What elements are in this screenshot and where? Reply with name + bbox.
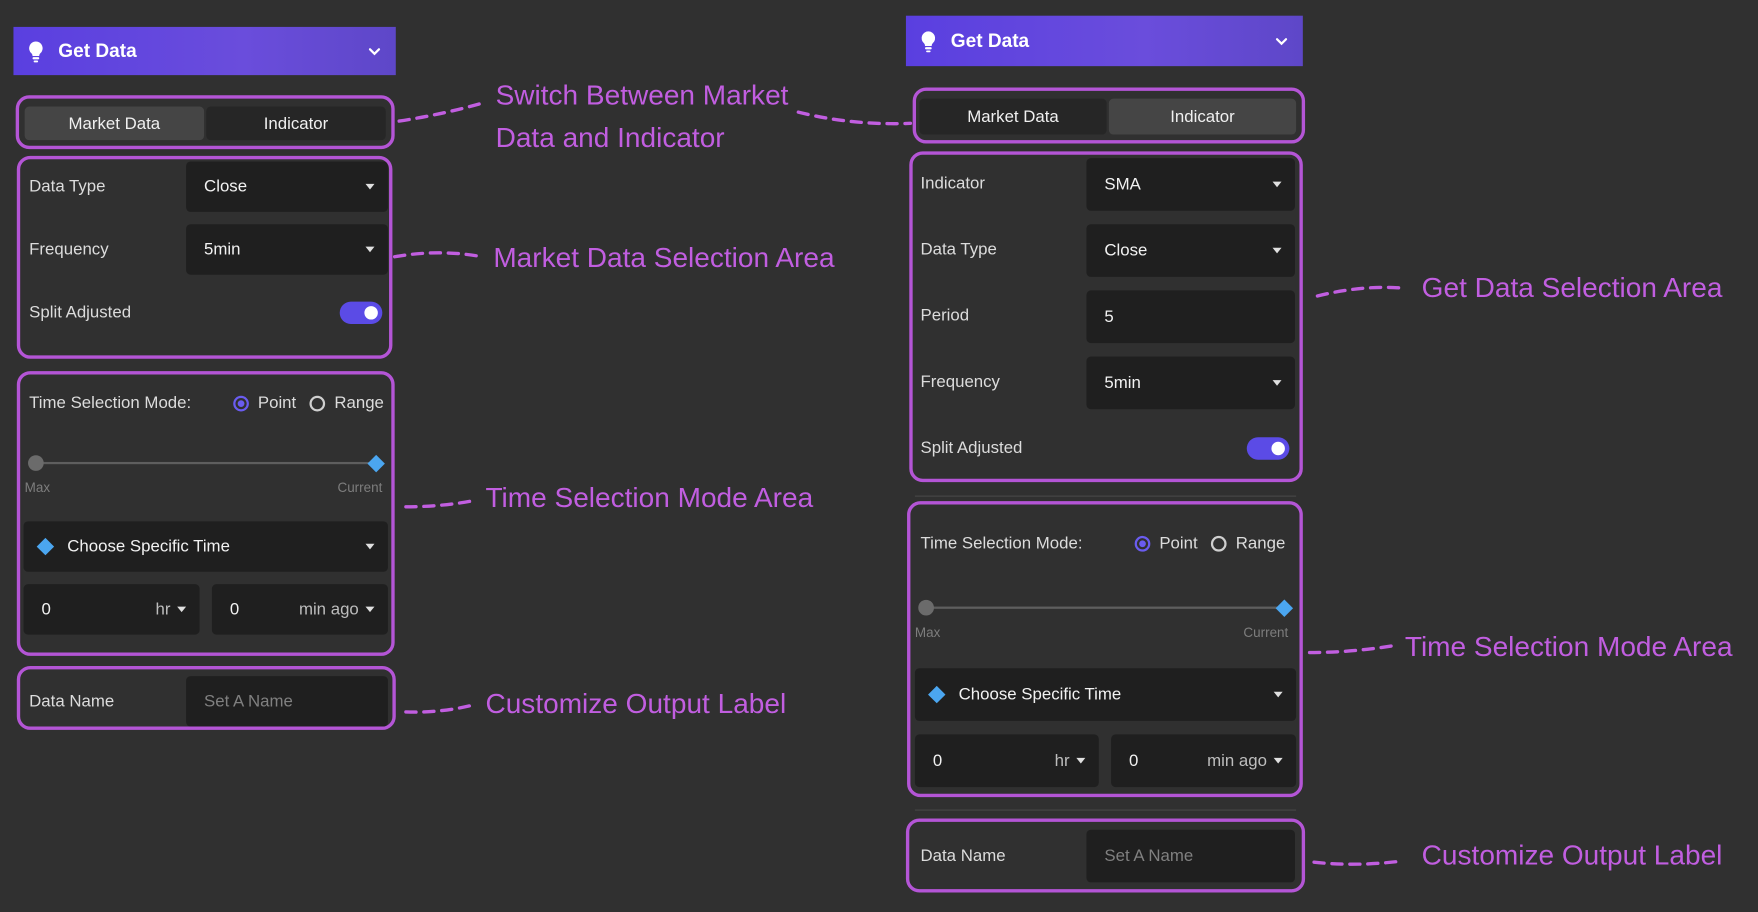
annotation-connectors [392,101,1406,866]
annotation-time-left: Time Selection Mode Area [485,482,814,514]
annotation-time-right: Time Selection Mode Area [1404,631,1733,663]
connector-output-right [1312,859,1404,866]
annotation-output-right: Customize Output Label [1421,839,1723,872]
annotation-switch-line1: Switch Between Market [495,79,789,111]
connector-output-left [404,702,479,714]
connector-time-left [404,498,479,509]
connector-get-area [1315,285,1406,298]
connector-time-right [1307,644,1395,655]
connector-switch-left [397,101,484,123]
annotation-switch-line2: Data and Indicator [495,122,725,154]
connector-switch-right [796,110,913,126]
annotated-screenshot: Get Data Market Data Indicator Data Type… [0,0,1758,912]
annotation-market-area: Market Data Selection Area [493,242,835,274]
connector-market-area [392,251,484,259]
annotation-get-area: Get Data Selection Area [1421,272,1723,304]
annotation-output-left: Customize Output Label [485,688,787,720]
